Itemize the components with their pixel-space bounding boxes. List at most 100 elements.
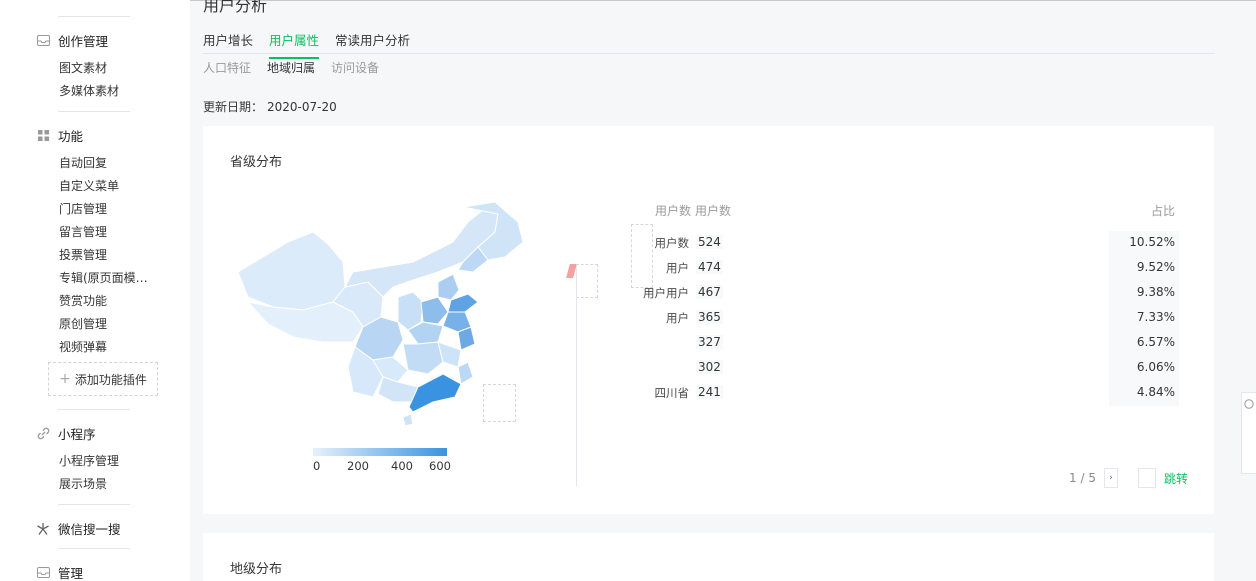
map-legend: 0 200 400 600 [313, 448, 463, 473]
sidebar-item-display-scene[interactable]: 展示场景 [59, 475, 107, 492]
sidebar-item-original[interactable]: 原创管理 [59, 315, 107, 332]
row-name: 用户 [666, 311, 689, 325]
sidebar-item-auto-reply[interactable]: 自动回复 [59, 154, 107, 171]
subtab-region[interactable]: 地域归属 [267, 59, 315, 76]
row-name: 用户 [666, 261, 689, 275]
sidebar-item-comments[interactable]: 留言管理 [59, 223, 107, 240]
header-col1: 用户数 [655, 204, 692, 218]
row-value: 241 [696, 385, 723, 399]
inbox-icon [36, 34, 50, 48]
sparkle-icon [36, 522, 50, 536]
update-date-value: 2020-07-20 [267, 100, 337, 114]
table-row: 用户 474 9.52% [605, 256, 1179, 281]
sidebar-item-album[interactable]: 专辑(原页面模… [59, 269, 148, 286]
city-distribution-card: 地级分布 [203, 533, 1214, 581]
sidebar-section-label: 管理 [58, 566, 84, 581]
row-value: 302 [696, 360, 723, 374]
update-date-label: 更新日期： [203, 100, 264, 114]
row-percent: 4.84% [1136, 385, 1175, 399]
subtab-demographics[interactable]: 人口特征 [203, 59, 251, 76]
table-row: 327 6.57% [605, 331, 1179, 356]
sidebar-section-label: 功能 [58, 129, 84, 144]
sidebar-item-miniprogram-manage[interactable]: 小程序管理 [59, 452, 119, 469]
page-indicator: 1 / 5 [1069, 471, 1096, 485]
sidebar-section-label: 创作管理 [58, 34, 109, 49]
sidebar-item-store[interactable]: 门店管理 [59, 200, 107, 217]
question-icon [1244, 399, 1254, 409]
sidebar-divider [58, 16, 130, 17]
legend-labels: 0 200 400 600 [313, 459, 463, 473]
sidebar-divider [58, 111, 130, 112]
plus-icon: + [59, 371, 71, 387]
inbox-icon [36, 566, 50, 580]
row-value: 327 [696, 335, 723, 349]
sidebar-section-wechat-search[interactable]: 微信搜一搜 [36, 519, 121, 538]
table-row: 302 6.06% [605, 356, 1179, 381]
subtab-device[interactable]: 访问设备 [331, 59, 379, 76]
table-row: 用户数 524 10.52% [605, 231, 1179, 256]
card-title: 地级分布 [230, 562, 283, 577]
next-page-button[interactable]: › [1103, 468, 1118, 488]
sidebar-section-manage[interactable]: 管理 [36, 563, 83, 581]
tab-user-attributes[interactable]: 用户属性 [269, 30, 320, 59]
legend-gradient-bar [313, 448, 447, 456]
vertical-divider [576, 266, 577, 486]
add-plugin-label: 添加功能插件 [74, 372, 147, 387]
sub-tabs: 人口特征 地域归属 访问设备 [203, 59, 379, 76]
row-percent: 10.52% [1129, 235, 1175, 249]
sidebar-item-media-material[interactable]: 多媒体素材 [59, 82, 119, 99]
row-value: 474 [696, 260, 723, 274]
row-name: 用户数 [654, 236, 690, 250]
province-distribution-card: 省级分布 0 200 400 600 用户数 用户数 占比 用户数 524 10… [203, 126, 1214, 514]
sidebar-section-label: 小程序 [58, 427, 96, 442]
sidebar-item-video-danmaku[interactable]: 视频弹幕 [59, 338, 107, 355]
page-jump-input[interactable] [1137, 468, 1156, 488]
legend-label: 0 [313, 459, 321, 473]
map-nanhai-inset [483, 384, 516, 422]
sidebar-section-features[interactable]: 功能 [36, 126, 83, 145]
header-col3: 占比 [1150, 204, 1175, 218]
sidebar-item-news-material[interactable]: 图文素材 [59, 59, 107, 76]
row-name: 四川省 [654, 386, 690, 400]
page-title: 用户分析 [203, 0, 268, 15]
sidebar: 创作管理 图文素材 多媒体素材 功能 自动回复 自定义菜单 门店管理 留言管理 … [0, 0, 190, 581]
sidebar-item-voting[interactable]: 投票管理 [59, 246, 107, 263]
tab-frequent-readers[interactable]: 常读用户分析 [335, 30, 410, 59]
sidebar-divider [58, 548, 130, 549]
table-row: 用户 365 7.33% [605, 306, 1179, 331]
row-name: 用户用户 [643, 286, 689, 300]
table-row: 四川省 241 4.84% [605, 381, 1179, 406]
card-title: 省级分布 [230, 155, 283, 170]
row-percent: 9.38% [1136, 285, 1175, 299]
page-jump-button[interactable]: 跳转 [1164, 470, 1188, 487]
legend-label: 200 [347, 459, 369, 473]
tab-divider [203, 53, 1215, 54]
artifact-box [576, 264, 598, 298]
row-percent: 9.52% [1136, 260, 1175, 274]
sidebar-item-appreciation[interactable]: 赞赏功能 [59, 292, 107, 309]
row-percent: 7.33% [1136, 310, 1175, 324]
legend-label: 400 [391, 459, 413, 473]
feedback-widget[interactable] [1241, 392, 1256, 474]
legend-label: 600 [429, 459, 451, 473]
pagination: 1 / 5 › 跳转 [1069, 468, 1188, 488]
grid-icon [36, 129, 50, 143]
update-date: 更新日期： 2020-07-20 [203, 98, 337, 115]
link-icon [36, 427, 50, 441]
add-plugin-button[interactable]: + 添加功能插件 [48, 362, 158, 396]
sidebar-divider [58, 409, 130, 410]
row-percent: 6.57% [1136, 335, 1175, 349]
tab-user-growth[interactable]: 用户增长 [203, 30, 253, 59]
sidebar-section-miniprogram[interactable]: 小程序 [36, 424, 96, 443]
row-value: 365 [696, 310, 723, 324]
row-percent: 6.06% [1136, 360, 1175, 374]
sidebar-item-custom-menu[interactable]: 自定义菜单 [59, 177, 119, 194]
table-row: 用户用户 467 9.38% [605, 281, 1179, 306]
sidebar-section-creation[interactable]: 创作管理 [36, 31, 108, 50]
main-tabs: 用户增长 用户属性 常读用户分析 [203, 30, 410, 59]
row-value: 524 [696, 235, 723, 249]
row-value: 467 [696, 285, 723, 299]
sidebar-section-label: 微信搜一搜 [58, 522, 121, 537]
header-col2: 用户数 [695, 204, 732, 218]
sidebar-divider [58, 504, 130, 505]
